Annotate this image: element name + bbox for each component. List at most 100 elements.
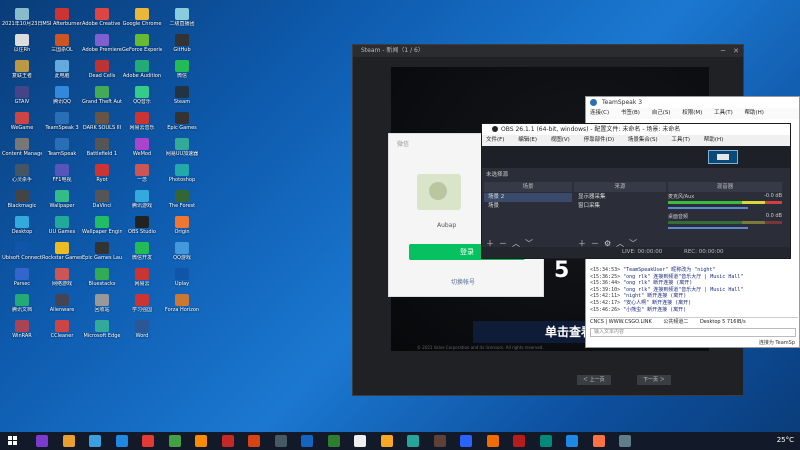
ts-menu-item[interactable]: 书签(B) xyxy=(621,110,640,116)
weather-temperature[interactable]: 25°C xyxy=(777,436,794,444)
volume-slider[interactable] xyxy=(668,207,748,209)
desktop-icon[interactable]: 回收站 xyxy=(82,294,122,318)
desktop-icon[interactable]: 学习强国 xyxy=(122,294,162,318)
desktop-icon[interactable]: 网络游戏 xyxy=(42,268,82,292)
desktop-icon[interactable]: 三国杀OL xyxy=(42,34,82,58)
ts-menu-item[interactable]: 自己(S) xyxy=(652,110,671,116)
desktop-icon[interactable]: Rockstar Games xyxy=(42,242,82,266)
desktop-icon[interactable]: Forza Horizon xyxy=(162,294,202,318)
windows-start-icon[interactable] xyxy=(8,436,18,446)
desktop-icon[interactable]: Epic Games Launcher xyxy=(82,242,122,266)
ts-menu-item[interactable]: 权限(M) xyxy=(682,110,702,116)
desktop-icon[interactable]: Bluestacks xyxy=(82,268,122,292)
obs-menu-item[interactable]: 工具(T) xyxy=(671,137,690,143)
ts-tab[interactable]: CNCS | WWW.CSGO.LINK xyxy=(590,319,652,325)
desktop-icon[interactable]: Blackmagic xyxy=(2,190,42,214)
desktop-icon[interactable]: 网易UU加速器 xyxy=(162,138,202,162)
desktop-icon[interactable]: Microsoft Edge xyxy=(82,320,122,344)
taskbar-app-icon[interactable] xyxy=(539,435,552,447)
desktop-icon[interactable]: Uplay xyxy=(162,268,202,292)
taskbar-app-icon[interactable] xyxy=(407,435,419,447)
teamspeak-chat-input[interactable]: 输入文本内容 xyxy=(590,328,796,337)
desktop-icon[interactable]: Ryot xyxy=(82,164,122,188)
taskbar-app-icon[interactable] xyxy=(142,435,154,447)
obs-menu-item[interactable]: 场景集合(S) xyxy=(628,137,658,143)
desktop-icon[interactable]: 微信 xyxy=(162,60,202,84)
ts-tab[interactable]: 公共频道二 xyxy=(663,319,688,325)
desktop-icon[interactable]: Google Chrome xyxy=(122,8,162,32)
desktop-icon[interactable]: WinRAR xyxy=(2,320,42,344)
desktop-icon[interactable]: Battlefield 1 xyxy=(82,138,122,162)
desktop-icon[interactable]: TeamSpeak xyxy=(42,138,82,162)
desktop-icon[interactable]: Alienware xyxy=(42,294,82,318)
desktop-icon[interactable]: Ubisoft Connect xyxy=(2,242,42,266)
desktop-icon[interactable]: QQ音乐 xyxy=(122,86,162,110)
taskbar-app-icon[interactable] xyxy=(380,435,393,447)
obs-menu-item[interactable]: 视图(V) xyxy=(551,137,570,143)
obs-source-item[interactable]: 窗口采集 xyxy=(574,202,666,211)
obs-menu-item[interactable]: 文件(F) xyxy=(486,137,504,143)
taskbar-app-icon[interactable] xyxy=(619,435,631,447)
desktop-icon[interactable]: 腾讯文档 xyxy=(2,294,42,318)
obs-menu-item[interactable]: 帮助(H) xyxy=(704,137,723,143)
taskbar-app-icon[interactable] xyxy=(168,435,181,447)
ts-menu-item[interactable]: 帮助(H) xyxy=(744,110,763,116)
desktop-icon[interactable]: WeMod xyxy=(122,138,162,162)
close-icon[interactable]: ✕ xyxy=(733,47,739,55)
desktop-icon[interactable]: GeForce Experience xyxy=(122,34,162,58)
desktop-icon[interactable]: Adobe Audition xyxy=(122,60,162,84)
minimize-icon[interactable]: ─ xyxy=(721,47,725,55)
desktop-icon[interactable]: 腾讯游戏 xyxy=(122,190,162,214)
taskbar-app-icon[interactable] xyxy=(221,435,234,447)
desktop-icon[interactable]: OBS Studio xyxy=(122,216,162,240)
steam-prev-button[interactable]: ＜ 上一页 xyxy=(577,375,611,385)
desktop-icon[interactable]: TeamSpeak 3 xyxy=(42,112,82,136)
desktop-icon[interactable]: 以往Rh xyxy=(2,34,42,58)
taskbar-app-icon[interactable] xyxy=(274,435,287,447)
wechat-switch-account-link[interactable]: 切换帐号 xyxy=(451,277,475,286)
taskbar-app-icon[interactable] xyxy=(513,435,525,447)
taskbar-app-icon[interactable] xyxy=(327,435,340,447)
desktop-icon[interactable]: 网易云音乐 xyxy=(122,112,162,136)
desktop-icon[interactable]: Epic Games xyxy=(162,112,202,136)
taskbar-app-icon[interactable] xyxy=(354,435,366,447)
obs-scene-item[interactable]: 场景 2 xyxy=(484,193,572,202)
obs-menu-item[interactable]: 编辑(E) xyxy=(518,137,537,143)
ts-tab[interactable]: Desktop 5 716IB/s xyxy=(700,319,746,325)
desktop-icon[interactable]: Word xyxy=(122,320,162,344)
desktop-icon[interactable]: Wallpaper Engine xyxy=(82,216,122,240)
desktop-icon[interactable]: WeGame xyxy=(2,112,42,136)
desktop-icon[interactable]: 此电脑 xyxy=(42,60,82,84)
ts-menu-item[interactable]: 工具(T) xyxy=(714,110,733,116)
taskbar-app-icon[interactable] xyxy=(566,435,578,447)
desktop-icon[interactable]: GitHub xyxy=(162,34,202,58)
desktop-icon[interactable]: GTAIV xyxy=(2,86,42,110)
volume-slider[interactable] xyxy=(668,227,748,229)
desktop-icon[interactable]: 一念 xyxy=(122,164,162,188)
taskbar-app-icon[interactable] xyxy=(433,435,446,447)
taskbar-app-icon[interactable] xyxy=(62,435,75,447)
desktop-icon[interactable]: 网易云 xyxy=(122,268,162,292)
desktop-icon[interactable]: Adobe Premiere xyxy=(82,34,122,58)
obs-menu-item[interactable]: 停靠部件(D) xyxy=(584,137,615,143)
desktop-icon[interactable]: Dead Cells xyxy=(82,60,122,84)
desktop-icon[interactable]: 2021年10月23日 xyxy=(2,8,42,32)
desktop-icon[interactable]: CCleaner xyxy=(42,320,82,344)
obs-scene-item[interactable]: 场景 xyxy=(484,202,572,211)
desktop-icon[interactable]: Steam xyxy=(162,86,202,110)
desktop-icon[interactable]: MSI Afterburner xyxy=(42,8,82,32)
desktop-icon[interactable]: 二级直播团 xyxy=(162,8,202,32)
taskbar-app-icon[interactable] xyxy=(248,435,260,447)
obs-window[interactable]: OBS 26.1.1 (64-bit, windows) - 配置文件: 未命名… xyxy=(481,123,791,259)
desktop-icon[interactable]: Adobe Creative Cloud xyxy=(82,8,122,32)
obs-source-item[interactable]: 显示器采集 xyxy=(574,193,666,202)
desktop-icon[interactable]: QQ游戏 xyxy=(162,242,202,266)
desktop-icon[interactable]: Photoshop xyxy=(162,164,202,188)
desktop-icon[interactable]: Origin xyxy=(162,216,202,240)
desktop-icon[interactable]: 复联王者 xyxy=(2,60,42,84)
ts-menu-item[interactable]: 连接(C) xyxy=(590,110,609,116)
desktop-icon[interactable]: DARK SOULS III xyxy=(82,112,122,136)
taskbar-app-icon[interactable] xyxy=(36,435,48,447)
taskbar-app-icon[interactable] xyxy=(195,435,207,447)
obs-preview[interactable] xyxy=(482,146,790,168)
